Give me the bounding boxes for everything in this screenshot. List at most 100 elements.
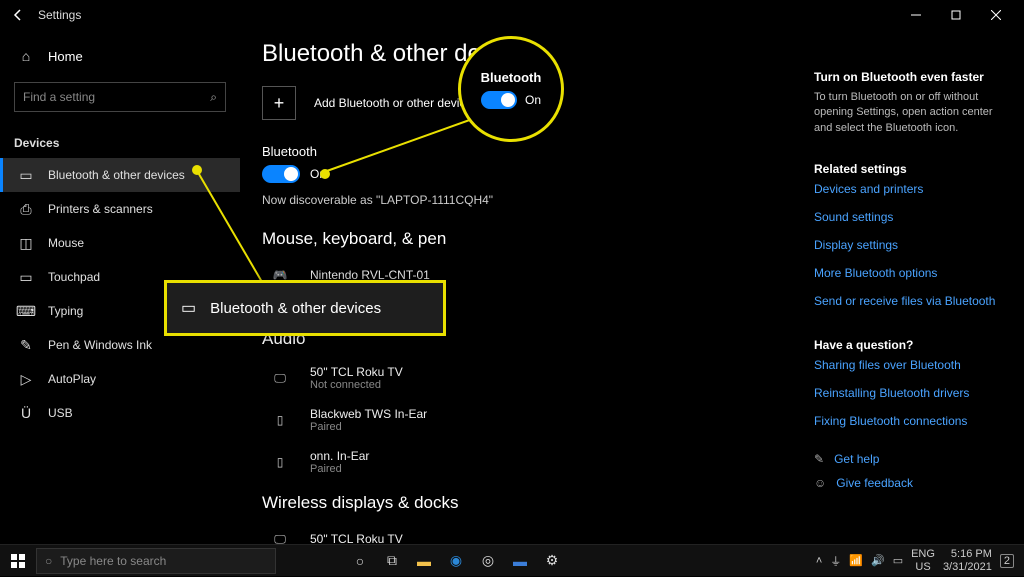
device-row[interactable]: ▯ onn. In-Ear Paired (262, 441, 794, 483)
callout-state: On (525, 93, 541, 107)
device-status: Paired (310, 421, 427, 433)
search-icon: ⌕ (210, 90, 217, 105)
close-button[interactable] (976, 1, 1016, 29)
right-body: To turn Bluetooth on or off without open… (814, 90, 1006, 136)
explorer-icon[interactable]: ▬ (410, 548, 438, 574)
sidebar-item-label: Mouse (48, 236, 84, 250)
sidebar-item-autoplay[interactable]: ▷ AutoPlay (0, 362, 240, 396)
sidebar-item-label: Printers & scanners (48, 202, 153, 216)
search-placeholder: Find a setting (23, 90, 95, 104)
sidebar-item-label: Touchpad (48, 270, 100, 284)
touchpad-icon: ▭ (18, 269, 34, 285)
start-button[interactable] (0, 545, 36, 577)
callout-toggle (481, 91, 517, 109)
device-name: Blackweb TWS In-Ear (310, 407, 427, 421)
keyboard-icon: ⌨ (18, 303, 34, 319)
devices-icon: ▭ (181, 298, 196, 318)
callout-circle-label: Bluetooth (481, 70, 542, 85)
add-device-button[interactable]: + (262, 86, 296, 120)
related-heading: Related settings (814, 162, 1006, 176)
question-heading: Have a question? (814, 338, 1006, 352)
link-display-settings[interactable]: Display settings (814, 238, 1006, 252)
sidebar-item-bluetooth[interactable]: ▭ Bluetooth & other devices (0, 158, 240, 192)
device-name: onn. In-Ear (310, 449, 369, 463)
autoplay-icon: ▷ (18, 371, 34, 387)
get-help-link[interactable]: ✎ Get help (814, 452, 1006, 466)
notification-icon[interactable]: 2 (1000, 554, 1014, 568)
devices-icon: ▭ (18, 167, 34, 183)
right-heading: Turn on Bluetooth even faster (814, 70, 1006, 84)
minimize-button[interactable] (896, 1, 936, 29)
discoverable-text: Now discoverable as "LAPTOP-1111CQH4" (262, 193, 794, 207)
annotation-callout-circle: Bluetooth On (458, 36, 564, 142)
maximize-button[interactable] (936, 1, 976, 29)
annotation-dot (192, 165, 202, 175)
callout-box-label: Bluetooth & other devices (210, 300, 381, 317)
sidebar-item-label: Pen & Windows Ink (48, 338, 152, 352)
section-mouse: Mouse, keyboard, & pen (262, 229, 794, 249)
link-reinstall[interactable]: Reinstalling Bluetooth drivers (814, 386, 1006, 400)
home-nav[interactable]: ⌂ Home (0, 40, 240, 72)
sidebar-item-label: Typing (48, 304, 83, 318)
settings-search[interactable]: Find a setting ⌕ (14, 82, 226, 112)
link-more-bluetooth[interactable]: More Bluetooth options (814, 266, 1006, 280)
sidebar-item-usb[interactable]: Ü USB (0, 396, 240, 430)
edge-icon[interactable]: ◉ (442, 548, 470, 574)
bluetooth-toggle[interactable] (262, 165, 300, 183)
tray-volume-icon[interactable]: 🔊 (871, 554, 885, 567)
usb-icon: Ü (18, 405, 34, 421)
sidebar-item-label: Bluetooth & other devices (48, 168, 185, 182)
bluetooth-label: Bluetooth (262, 144, 794, 159)
home-icon: ⌂ (18, 48, 34, 64)
feedback-link[interactable]: ☺ Give feedback (814, 476, 1006, 490)
device-status: Not connected (310, 379, 403, 391)
feedback-label: Give feedback (836, 476, 913, 490)
chrome-icon[interactable]: ◎ (474, 548, 502, 574)
device-status: Paired (310, 463, 369, 475)
task-view-icon[interactable]: ⧉ (378, 548, 406, 574)
sidebar-item-label: AutoPlay (48, 372, 96, 386)
taskbar-search[interactable]: ○ Type here to search (36, 548, 276, 574)
add-device-label: Add Bluetooth or other device (314, 96, 472, 110)
link-sound-settings[interactable]: Sound settings (814, 210, 1006, 224)
link-fixing[interactable]: Fixing Bluetooth connections (814, 414, 1006, 428)
link-sharing[interactable]: Sharing files over Bluetooth (814, 358, 1006, 372)
monitor-icon: 🖵 (266, 529, 294, 544)
device-name: 50" TCL Roku TV (310, 532, 403, 544)
home-label: Home (48, 49, 83, 64)
device-row[interactable]: 🖵 50" TCL Roku TV (262, 521, 794, 544)
phone-icon: ▯ (266, 452, 294, 472)
pen-icon: ✎ (18, 337, 34, 353)
get-help-label: Get help (834, 452, 879, 466)
right-column: Turn on Bluetooth even faster To turn Bl… (814, 40, 1024, 544)
taskbar: ○ Type here to search ○ ⧉ ▬ ◉ ◎ ▬ ⚙ ˄ ⏚ … (0, 544, 1024, 576)
tray-language[interactable]: ENG US (911, 548, 935, 572)
search-icon: ○ (45, 554, 52, 568)
sidebar-section: Devices (0, 122, 240, 158)
window-title: Settings (38, 8, 81, 22)
feedback-icon: ☺ (814, 476, 826, 490)
tray-battery-icon[interactable]: ▭ (893, 554, 903, 567)
link-devices-printers[interactable]: Devices and printers (814, 182, 1006, 196)
cortana-icon[interactable]: ○ (346, 548, 374, 574)
app-icon[interactable]: ▬ (506, 548, 534, 574)
back-button[interactable] (8, 5, 28, 25)
phone-icon: ▯ (266, 410, 294, 430)
mouse-icon: ◫ (18, 235, 34, 251)
sidebar-item-printers[interactable]: ⎙ Printers & scanners (0, 192, 240, 226)
help-icon: ✎ (814, 452, 824, 466)
tray-clock[interactable]: 5:16 PM 3/31/2021 (943, 548, 992, 572)
printer-icon: ⎙ (18, 201, 34, 217)
tray-chevron-icon[interactable]: ˄ (816, 555, 822, 567)
section-wireless: Wireless displays & docks (262, 493, 794, 513)
device-row[interactable]: ▯ Blackweb TWS In-Ear Paired (262, 399, 794, 441)
tray-network-icon[interactable]: ⏚ (830, 553, 841, 569)
device-row[interactable]: 🖵 50" TCL Roku TV Not connected (262, 357, 794, 399)
annotation-callout-box: ▭ Bluetooth & other devices (164, 280, 446, 336)
sidebar-item-mouse[interactable]: ◫ Mouse (0, 226, 240, 260)
link-send-receive[interactable]: Send or receive files via Bluetooth (814, 294, 1006, 308)
taskbar-search-placeholder: Type here to search (60, 554, 166, 568)
settings-taskbar-icon[interactable]: ⚙ (538, 548, 566, 574)
titlebar: Settings (0, 0, 1024, 30)
tray-wifi-icon[interactable]: 📶 (849, 554, 863, 567)
